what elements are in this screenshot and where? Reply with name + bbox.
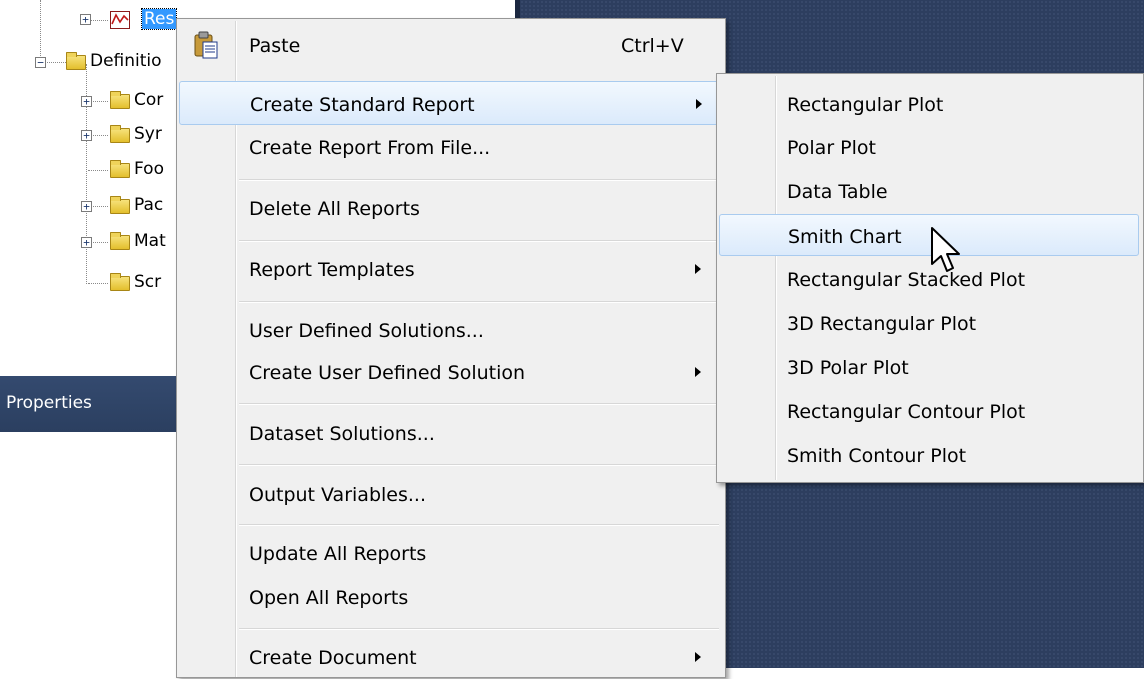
menu-item-label: Create Document <box>249 647 417 669</box>
menu-item-label: Smith Contour Plot <box>787 445 967 467</box>
folder-icon <box>110 125 130 143</box>
expand-icon[interactable]: + <box>80 14 91 25</box>
menu-item-label: Polar Plot <box>787 137 876 159</box>
menu-separator <box>239 240 719 241</box>
menu-item-label: Update All Reports <box>249 543 427 565</box>
menu-item-label: Create Report From File... <box>249 137 491 159</box>
tree-item-label: Syr <box>134 124 162 144</box>
menu-item-create-document[interactable]: Create Document <box>179 635 723 679</box>
menu-item-user-defined-solutions[interactable]: User Defined Solutions... <box>179 308 723 352</box>
folder-icon <box>110 160 130 178</box>
context-menu: Paste Ctrl+V Create Standard Report Crea… <box>176 18 726 678</box>
collapse-icon[interactable]: − <box>35 57 46 68</box>
tree-item-syr[interactable]: + Syr <box>0 124 200 146</box>
results-icon <box>110 11 130 29</box>
submenu-item-rectangular-stacked-plot[interactable]: Rectangular Stacked Plot <box>719 258 1139 300</box>
tree-item-results[interactable]: + Res <box>0 8 200 31</box>
mouse-pointer-icon <box>931 227 960 272</box>
submenu-arrow-icon <box>696 99 702 109</box>
submenu-arrow-icon <box>695 652 701 662</box>
menu-item-label: User Defined Solutions... <box>249 320 484 342</box>
submenu-item-smith-contour-plot[interactable]: Smith Contour Plot <box>719 434 1139 476</box>
menu-item-create-report-from-file[interactable]: Create Report From File... <box>179 125 723 169</box>
expand-icon[interactable]: + <box>81 237 92 248</box>
menu-item-update-all-reports[interactable]: Update All Reports <box>179 531 723 575</box>
tree-item-definitions[interactable]: − Definitio <box>0 51 200 73</box>
menu-separator <box>239 524 719 525</box>
paste-icon <box>193 31 219 59</box>
menu-separator <box>239 464 719 465</box>
submenu-item-rectangular-plot[interactable]: Rectangular Plot <box>719 83 1139 125</box>
tree-item-label: Scr <box>134 272 162 292</box>
menu-item-label: Rectangular Stacked Plot <box>787 269 1026 291</box>
expand-icon[interactable]: + <box>81 130 92 141</box>
menu-separator <box>239 179 719 180</box>
menu-separator <box>239 403 719 404</box>
menu-item-label: Create Standard Report <box>250 94 475 116</box>
folder-icon <box>110 232 130 250</box>
menu-item-delete-all-reports[interactable]: Delete All Reports <box>179 186 723 230</box>
submenu-arrow-icon <box>695 367 701 377</box>
menu-item-label: Smith Chart <box>788 226 902 248</box>
tree-item-label: Mat <box>134 231 166 251</box>
create-standard-report-submenu: Rectangular Plot Polar Plot Data Table S… <box>716 73 1144 483</box>
submenu-item-data-table[interactable]: Data Table <box>719 170 1139 212</box>
menu-item-create-user-defined-solution[interactable]: Create User Defined Solution <box>179 350 723 394</box>
shortcut-label: Ctrl+V <box>621 35 684 57</box>
tree-item-label: Res <box>140 8 178 30</box>
menu-item-label: Open All Reports <box>249 587 409 609</box>
tree-item-label: Foo <box>134 159 164 179</box>
menu-item-label: Rectangular Contour Plot <box>787 401 1026 423</box>
menu-item-label: Rectangular Plot <box>787 94 944 116</box>
menu-item-output-variables[interactable]: Output Variables... <box>179 472 723 516</box>
menu-item-create-standard-report[interactable]: Create Standard Report <box>179 81 723 125</box>
tree-item-label: Definitio <box>90 51 162 71</box>
expand-icon[interactable]: + <box>81 201 92 212</box>
tree-item-foo[interactable]: Foo <box>0 159 200 181</box>
tree-item-cor[interactable]: + Cor <box>0 90 200 112</box>
menu-separator <box>239 628 719 629</box>
submenu-item-3d-rectangular-plot[interactable]: 3D Rectangular Plot <box>719 302 1139 344</box>
tree-item-scr[interactable]: Scr <box>0 272 200 294</box>
menu-item-label: Delete All Reports <box>249 198 420 220</box>
menu-item-label: Create User Defined Solution <box>249 362 526 384</box>
tree-item-label: Cor <box>134 90 164 110</box>
menu-item-label: 3D Polar Plot <box>787 357 909 379</box>
menu-item-dataset-solutions[interactable]: Dataset Solutions... <box>179 411 723 455</box>
properties-title: Properties <box>6 393 92 413</box>
tree-item-pac[interactable]: + Pac <box>0 195 200 217</box>
submenu-item-smith-chart[interactable]: Smith Chart <box>719 214 1139 256</box>
menu-item-open-all-reports[interactable]: Open All Reports <box>179 575 723 619</box>
menu-item-label: Report Templates <box>249 259 415 281</box>
menu-item-label: 3D Rectangular Plot <box>787 313 977 335</box>
folder-icon <box>66 52 86 70</box>
submenu-item-3d-polar-plot[interactable]: 3D Polar Plot <box>719 346 1139 388</box>
folder-icon <box>110 91 130 109</box>
menu-item-label: Data Table <box>787 181 888 203</box>
folder-icon <box>110 196 130 214</box>
submenu-arrow-icon <box>695 264 701 274</box>
tree-item-label: Pac <box>134 195 164 215</box>
menu-item-label: Dataset Solutions... <box>249 423 435 445</box>
menu-item-report-templates[interactable]: Report Templates <box>179 247 723 291</box>
submenu-item-rectangular-contour-plot[interactable]: Rectangular Contour Plot <box>719 390 1139 432</box>
tree-item-mat[interactable]: + Mat <box>0 231 200 253</box>
menu-item-paste[interactable]: Paste Ctrl+V <box>179 23 723 67</box>
expand-icon[interactable]: + <box>81 96 92 107</box>
menu-separator <box>239 301 719 302</box>
menu-item-label: Output Variables... <box>249 484 426 506</box>
menu-item-label: Paste <box>249 35 301 57</box>
submenu-item-polar-plot[interactable]: Polar Plot <box>719 126 1139 168</box>
folder-icon <box>110 273 130 291</box>
